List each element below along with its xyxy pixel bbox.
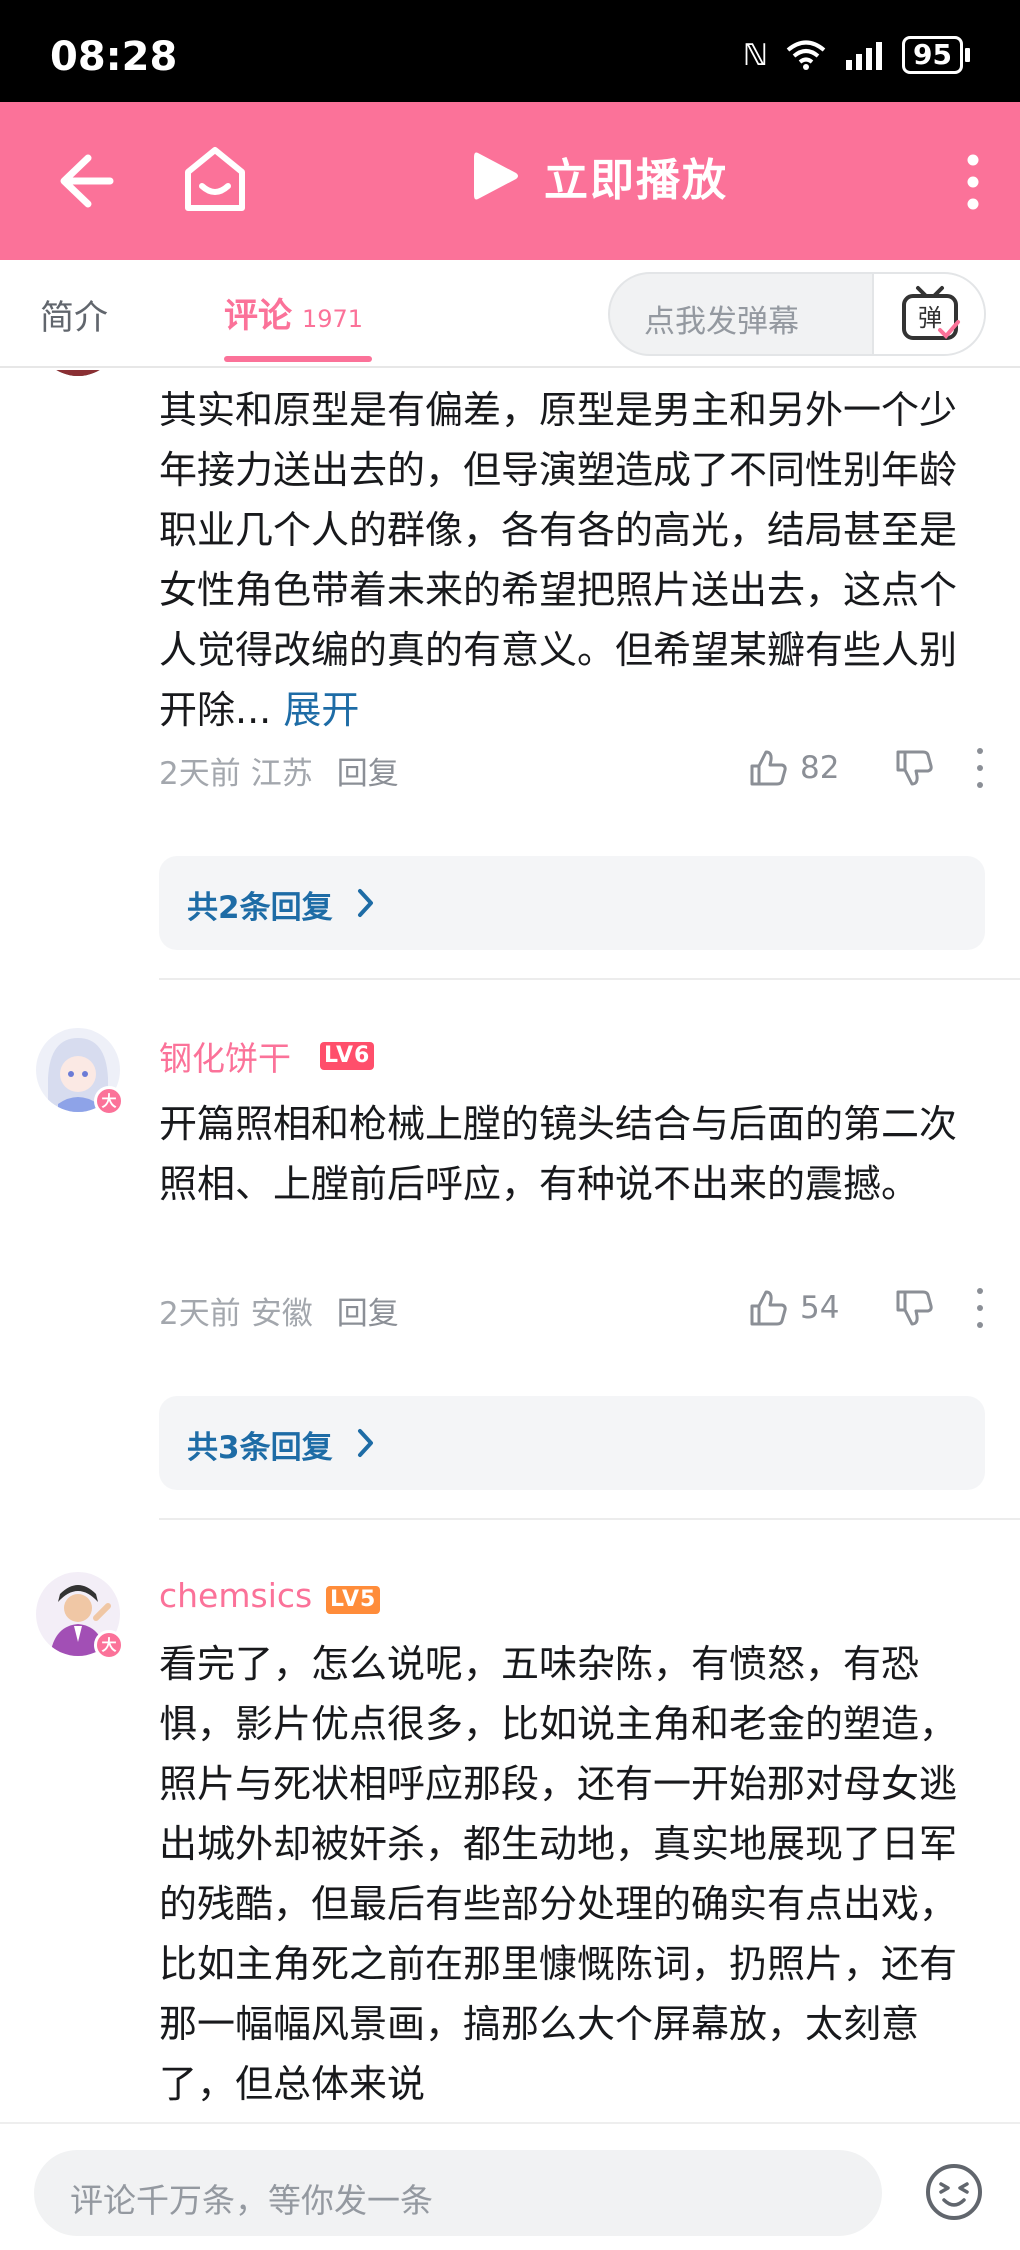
tab-comments-label: 评论 xyxy=(224,296,292,336)
play-icon xyxy=(474,152,518,200)
chevron-right-icon xyxy=(358,889,373,917)
expand-link[interactable]: 展开 xyxy=(283,688,359,732)
tab-bar: 简介 评论 1971 点我发弹幕 弹 xyxy=(0,260,1020,368)
comment-item: 其实和原型是有偏差，原型是男主和另外一个少年接力送出去的，但导演塑造成了不同性别… xyxy=(0,370,1020,980)
comment-actions: 54 xyxy=(748,1288,986,1328)
level-badge: LV5 xyxy=(326,1586,381,1614)
avatar[interactable] xyxy=(36,370,120,376)
tab-active-indicator xyxy=(224,356,372,362)
like-button[interactable]: 82 xyxy=(748,748,878,788)
back-arrow-icon[interactable] xyxy=(48,144,122,218)
status-bar: 08:28 ℕ 95 xyxy=(0,0,1020,102)
danmaku-tv-icon: 弹 xyxy=(902,286,960,340)
comment-text: 其实和原型是有偏差，原型是男主和另外一个少年接力送出去的，但导演塑造成了不同性别… xyxy=(159,388,958,732)
comment-more-icon[interactable] xyxy=(974,1288,986,1328)
replies-label: 共3条回复 xyxy=(187,1430,333,1466)
wifi-icon xyxy=(786,40,826,70)
tab-comments[interactable]: 评论 1971 xyxy=(224,288,363,337)
video-header: 立即播放 xyxy=(0,102,1020,260)
level-badge: LV6 xyxy=(320,1042,375,1070)
comment-location: 安徽 xyxy=(250,1296,313,1332)
comment-meta: 2天前 安徽 回复 xyxy=(159,1288,399,1333)
username[interactable]: 钢化饼干 xyxy=(159,1032,291,1080)
like-count: 82 xyxy=(800,750,840,786)
username[interactable]: chemsics xyxy=(159,1576,312,1615)
comment-item: 大 钢化饼干 LV6 开篇照相和枪械上膛的镜头结合与后面的第二次照相、上膛前后呼… xyxy=(0,1028,1020,1568)
comment-count: 1971 xyxy=(302,305,364,333)
vip-badge: 大 xyxy=(94,1630,124,1660)
battery-level: 95 xyxy=(902,36,963,74)
like-count: 54 xyxy=(800,1290,840,1326)
battery-icon: 95 xyxy=(902,36,970,74)
replies-label: 共2条回复 xyxy=(187,890,333,926)
comment-meta: 2天前 江苏 回复 xyxy=(159,748,399,793)
status-icons: ℕ 95 xyxy=(743,36,970,74)
home-icon[interactable] xyxy=(182,142,248,216)
like-button[interactable]: 54 xyxy=(748,1288,878,1328)
comment-time: 2天前 xyxy=(159,1296,241,1332)
emoji-icon[interactable] xyxy=(924,2162,984,2222)
danmaku-placeholder: 点我发弹幕 xyxy=(644,304,799,340)
reply-button[interactable]: 回复 xyxy=(337,748,399,793)
danmaku-button-label: 弹 xyxy=(918,304,942,332)
comment-actions: 82 xyxy=(748,748,986,788)
nfc-icon: ℕ xyxy=(742,37,769,73)
view-replies-button[interactable]: 共2条回复 xyxy=(159,856,985,950)
play-now-label: 立即播放 xyxy=(544,155,728,206)
comment-list: 其实和原型是有偏差，原型是男主和另外一个少年接力送出去的，但导演塑造成了不同性别… xyxy=(0,370,1020,2122)
comment-text: 开篇照相和枪械上膛的镜头结合与后面的第二次照相、上膛前后呼应，有种说不出来的震撼… xyxy=(159,1102,958,1206)
thumbs-up-icon xyxy=(750,750,787,786)
comment-item: 大 chemsics LV5 看完了，怎么说呢，五味杂陈，有愤怒，有恐惧，影片优… xyxy=(0,1572,1020,2122)
reply-button[interactable]: 回复 xyxy=(337,1288,399,1333)
avatar[interactable]: 大 xyxy=(36,1028,124,1116)
comment-divider xyxy=(159,1518,1020,1520)
comment-more-icon[interactable] xyxy=(974,748,986,788)
play-now-button[interactable]: 立即播放 xyxy=(470,144,728,208)
comment-input[interactable]: 评论千万条，等你发一条 xyxy=(34,2150,882,2236)
comment-text: 看完了，怎么说呢，五味杂陈，有愤怒，有恐惧，影片优点很多，比如说主角和老金的塑造… xyxy=(159,1642,958,2106)
signal-icon xyxy=(846,42,883,70)
avatar[interactable]: 大 xyxy=(36,1572,124,1660)
thumbs-up-icon xyxy=(750,1290,787,1326)
danmaku-input[interactable]: 点我发弹幕 弹 xyxy=(608,272,986,356)
vip-badge: 大 xyxy=(94,1086,124,1116)
comment-divider xyxy=(159,978,1020,980)
thumbs-down-icon[interactable] xyxy=(894,748,934,788)
chevron-right-icon xyxy=(358,1429,373,1457)
comment-time: 2天前 xyxy=(159,756,241,792)
comment-location: 江苏 xyxy=(250,756,313,792)
thumbs-down-icon[interactable] xyxy=(894,1288,934,1328)
status-time: 08:28 xyxy=(50,34,178,80)
view-replies-button[interactable]: 共3条回复 xyxy=(159,1396,985,1490)
comment-input-placeholder: 评论千万条，等你发一条 xyxy=(70,2181,433,2220)
more-vertical-icon[interactable] xyxy=(962,152,984,212)
comment-composer-bar: 评论千万条，等你发一条 xyxy=(0,2122,1020,2250)
danmaku-toggle-button[interactable]: 弹 xyxy=(872,274,984,354)
tab-intro[interactable]: 简介 xyxy=(40,290,108,339)
